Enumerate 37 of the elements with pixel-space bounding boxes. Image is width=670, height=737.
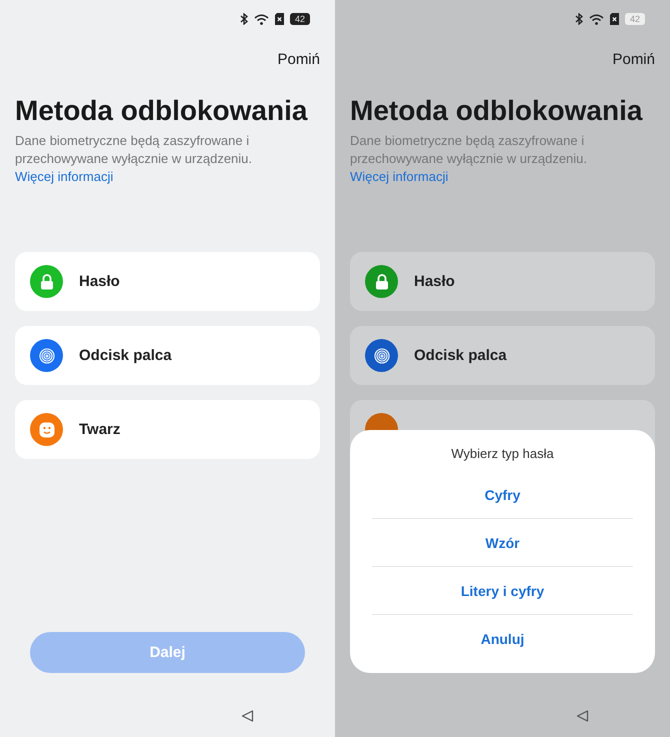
fingerprint-icon xyxy=(38,348,54,364)
sheet-option[interactable]: Wzór xyxy=(485,534,520,550)
description-text: Dane biometryczne będą zaszyfrowane i przechowywane wyłącznie w urządzeniu. Więcej informacji xyxy=(15,132,254,186)
description-text: Dane biometryczne będą zaszyfrowane i przechowywane wyłącznie w urządzeniu. Więcej informacji xyxy=(350,132,588,186)
fingerprint-icon xyxy=(374,348,390,364)
battery-indicator: 42 xyxy=(624,13,645,25)
sim-card-icon xyxy=(610,13,619,25)
page-title: Metoda odblokowania xyxy=(15,94,309,128)
more-info-link[interactable]: Więcej informacji xyxy=(15,169,114,184)
sheet-title: Wybierz typ hasła xyxy=(450,446,555,461)
skip-link[interactable]: Pomiń xyxy=(277,51,320,68)
face-icon xyxy=(38,422,54,438)
unlock-method-card[interactable]: Twarz xyxy=(15,400,320,459)
unlock-method-card[interactable]: Hasło xyxy=(15,252,320,311)
battery-indicator: 42 xyxy=(290,13,310,25)
sheet-option[interactable]: Litery i cyfry xyxy=(460,582,544,598)
lock-icon xyxy=(374,274,388,290)
method-label: Odcisk palca xyxy=(414,347,507,364)
back-icon[interactable] xyxy=(241,710,254,722)
sheet-option[interactable]: Anuluj xyxy=(480,630,524,646)
page-title: Metoda odblokowania xyxy=(350,94,644,128)
bluetooth-icon xyxy=(574,13,583,25)
method-label: Twarz xyxy=(79,421,120,438)
sheet-option[interactable]: Cyfry xyxy=(484,486,520,502)
back-icon[interactable] xyxy=(576,710,589,722)
wifi-icon xyxy=(254,14,269,24)
bluetooth-icon xyxy=(240,13,248,25)
method-label: Hasło xyxy=(79,273,120,290)
unlock-method-card[interactable]: Odcisk palca xyxy=(350,326,655,385)
method-label: Odcisk palca xyxy=(79,347,172,364)
wifi-icon xyxy=(588,14,604,24)
lock-icon xyxy=(40,274,54,290)
unlock-method-card[interactable]: Odcisk palca xyxy=(15,326,320,385)
sim-card-icon xyxy=(274,13,284,25)
unlock-method-card[interactable]: Hasło xyxy=(350,252,655,311)
method-label: Hasło xyxy=(414,273,455,290)
skip-link[interactable]: Pomiń xyxy=(612,51,655,68)
